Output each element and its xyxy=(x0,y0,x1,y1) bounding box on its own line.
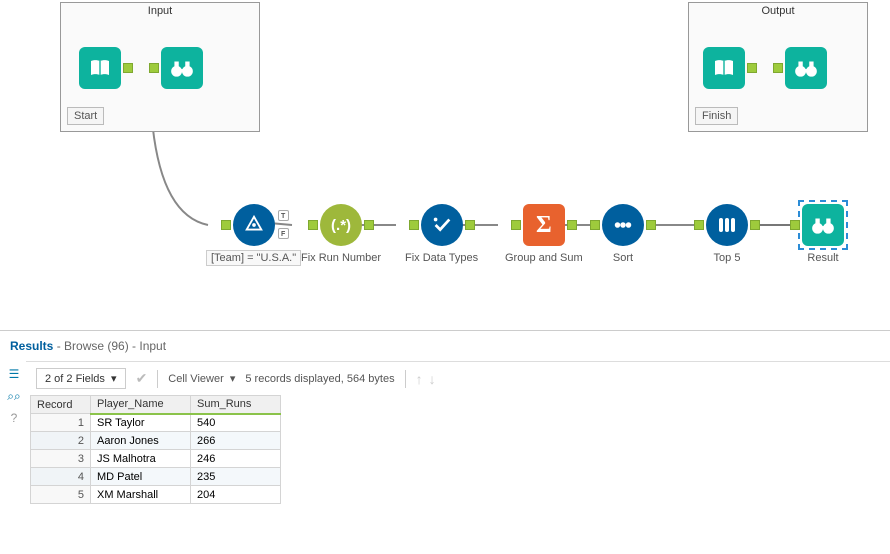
top5-tool[interactable]: Top 5 xyxy=(706,204,748,266)
filter-label: [Team] = "U.S.A." xyxy=(206,250,301,266)
start-label: Start xyxy=(67,107,104,125)
fixrun-label: Fix Run Number xyxy=(296,250,386,266)
output-container[interactable]: Output Finish xyxy=(688,2,868,132)
help-icon[interactable]: ? xyxy=(6,410,22,426)
records-status: 5 records displayed, 564 bytes xyxy=(245,373,394,385)
cell-runs: 246 xyxy=(191,450,281,468)
table-row[interactable]: 5XM Marshall204 xyxy=(31,486,281,504)
sort-icon xyxy=(602,204,644,246)
cell-runs: 204 xyxy=(191,486,281,504)
results-table[interactable]: Record Player_Name Sum_Runs 1SR Taylor54… xyxy=(30,395,281,504)
col-runs[interactable]: Sum_Runs xyxy=(191,396,281,414)
groupsum-tool[interactable]: Σ Group and Sum xyxy=(500,204,588,266)
results-suffix: - Browse (96) - Input xyxy=(53,339,166,353)
binoculars-icon xyxy=(802,204,844,246)
open-book-icon xyxy=(703,47,745,89)
results-header: Results - Browse (96) - Input xyxy=(0,331,890,361)
groupsum-label: Group and Sum xyxy=(500,250,588,266)
browse-output-tool[interactable] xyxy=(785,47,827,89)
macro-output-tool[interactable] xyxy=(703,47,745,89)
cell-player: JS Malhotra xyxy=(91,450,191,468)
col-player[interactable]: Player_Name xyxy=(91,396,191,414)
col-record[interactable]: Record xyxy=(31,396,91,414)
separator xyxy=(157,370,158,388)
select-icon xyxy=(421,204,463,246)
results-title: Results xyxy=(10,339,53,353)
row-number: 4 xyxy=(31,468,91,486)
table-row[interactable]: 2Aaron Jones266 xyxy=(31,432,281,450)
fields-dropdown[interactable]: 2 of 2 Fields ▾ xyxy=(36,368,126,389)
table-row[interactable]: 1SR Taylor540 xyxy=(31,414,281,432)
cell-player: Aaron Jones xyxy=(91,432,191,450)
table-row[interactable]: 4MD Patel235 xyxy=(31,468,281,486)
fixtypes-tool[interactable]: Fix Data Types xyxy=(400,204,483,266)
row-number: 1 xyxy=(31,414,91,432)
filter-icon: T F xyxy=(233,204,275,246)
list-view-icon[interactable]: ☰ xyxy=(6,366,22,382)
sort-label: Sort xyxy=(608,250,638,266)
row-number: 2 xyxy=(31,432,91,450)
cell-runs: 235 xyxy=(191,468,281,486)
input-container-title: Input xyxy=(61,3,259,23)
sigma-icon: Σ xyxy=(523,204,565,246)
binoculars-icon xyxy=(161,47,203,89)
filter-tool[interactable]: T F [Team] = "U.S.A." xyxy=(206,204,301,266)
binoculars-icon xyxy=(785,47,827,89)
input-container[interactable]: Input Start xyxy=(60,2,260,132)
sort-tool[interactable]: Sort xyxy=(602,204,644,266)
macro-input-tool[interactable] xyxy=(79,47,121,89)
row-number: 3 xyxy=(31,450,91,468)
arrow-down-icon[interactable]: ↓ xyxy=(429,371,436,387)
browse-input-tool[interactable] xyxy=(161,47,203,89)
fixtypes-label: Fix Data Types xyxy=(400,250,483,266)
results-toolbar: 2 of 2 Fields ▾ ✔ Cell Viewer ▾ 5 record… xyxy=(26,361,890,395)
cell-runs: 540 xyxy=(191,414,281,432)
open-book-icon xyxy=(79,47,121,89)
table-row[interactable]: 3JS Malhotra246 xyxy=(31,450,281,468)
arrow-up-icon[interactable]: ↑ xyxy=(416,371,423,387)
separator xyxy=(405,370,406,388)
output-container-title: Output xyxy=(689,3,867,23)
cell-viewer-dropdown[interactable]: Cell Viewer ▾ xyxy=(168,372,235,385)
top5-label: Top 5 xyxy=(709,250,746,266)
workflow-canvas[interactable]: Input Start Output xyxy=(0,0,890,330)
metadata-view-icon[interactable]: ⌕⌕ xyxy=(6,388,22,404)
cell-runs: 266 xyxy=(191,432,281,450)
results-table-wrap: Record Player_Name Sum_Runs 1SR Taylor54… xyxy=(30,395,890,504)
result-tool[interactable]: Result xyxy=(802,204,844,266)
regex-icon: (.*) xyxy=(320,204,362,246)
fixrun-tool[interactable]: (.*) Fix Run Number xyxy=(296,204,386,266)
apply-check-icon[interactable]: ✔ xyxy=(136,370,148,387)
result-label: Result xyxy=(802,250,843,266)
row-number: 5 xyxy=(31,486,91,504)
finish-label: Finish xyxy=(695,107,738,125)
cell-player: SR Taylor xyxy=(91,414,191,432)
sample-icon xyxy=(706,204,748,246)
cell-player: XM Marshall xyxy=(91,486,191,504)
cell-player: MD Patel xyxy=(91,468,191,486)
